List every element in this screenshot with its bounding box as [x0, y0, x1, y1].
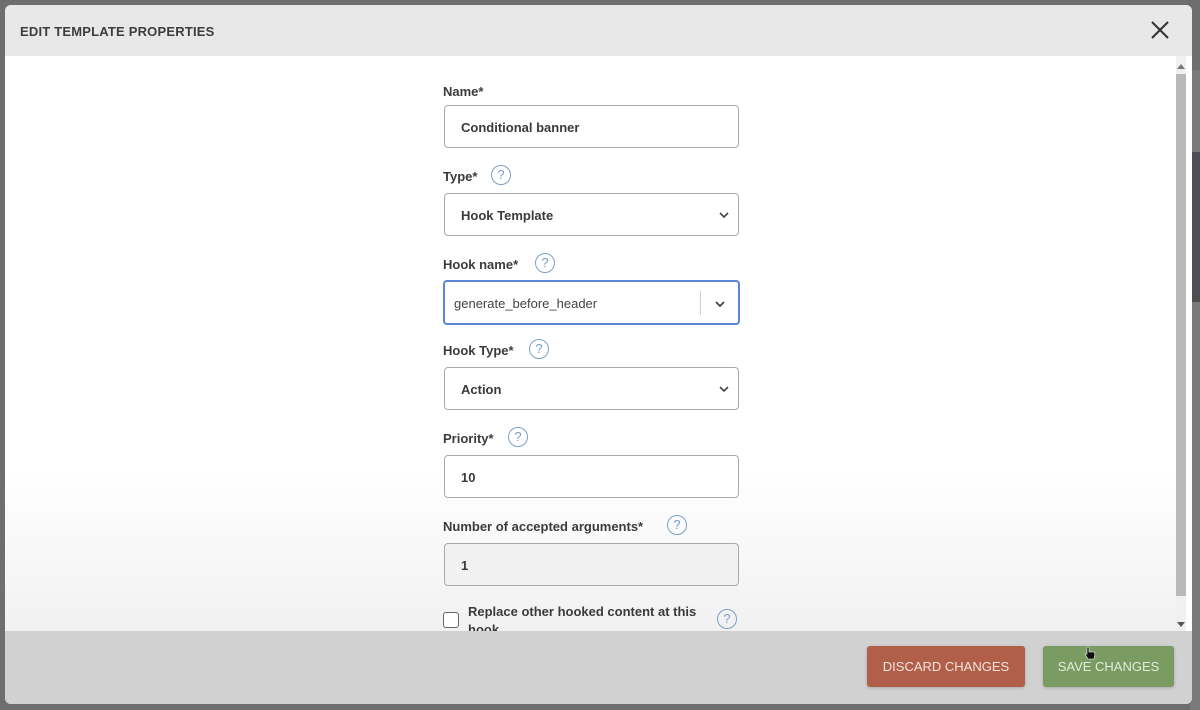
- modal-footer: DISCARD CHANGES SAVE CHANGES: [5, 631, 1192, 704]
- scroll-down-icon[interactable]: [1177, 622, 1185, 627]
- accepted-args-label: Number of accepted arguments*: [443, 519, 644, 534]
- modal-title: EDIT TEMPLATE PROPERTIES: [20, 24, 215, 39]
- accepted-args-help-icon[interactable]: ?: [667, 515, 687, 535]
- chevron-down-icon: [719, 386, 729, 393]
- hook-name-label: Hook name*: [443, 257, 519, 272]
- type-label: Type*: [443, 169, 478, 184]
- hook-name-select[interactable]: generate_before_header: [443, 280, 740, 325]
- priority-input[interactable]: 10: [444, 455, 739, 498]
- name-value: Conditional banner: [461, 120, 580, 135]
- hook-name-value: generate_before_header: [454, 296, 598, 311]
- priority-value: 10: [461, 470, 476, 485]
- hand-cursor-icon: [1084, 646, 1096, 660]
- replace-hooked-help-icon[interactable]: ?: [717, 609, 737, 629]
- scroll-up-icon[interactable]: [1177, 64, 1185, 69]
- save-changes-button[interactable]: SAVE CHANGES: [1043, 646, 1174, 687]
- modal-scrollbar[interactable]: [1176, 56, 1186, 631]
- chevron-down-icon: [719, 212, 729, 219]
- name-input[interactable]: Conditional banner: [444, 105, 739, 148]
- hook-name-help-icon[interactable]: ?: [535, 253, 555, 273]
- discard-changes-button[interactable]: DISCARD CHANGES: [867, 646, 1025, 687]
- type-select[interactable]: Hook Template: [444, 193, 739, 236]
- select-separator: [700, 291, 701, 315]
- modal-body: Name* Conditional banner Type* ? Hook Te…: [5, 56, 1176, 631]
- chevron-down-icon[interactable]: [714, 298, 726, 310]
- scrollbar-thumb[interactable]: [1176, 74, 1186, 596]
- edit-template-modal: EDIT TEMPLATE PROPERTIES Name* Condition…: [5, 5, 1192, 704]
- replace-hooked-checkbox[interactable]: [443, 612, 459, 628]
- hook-type-select[interactable]: Action: [444, 367, 739, 410]
- hook-type-help-icon[interactable]: ?: [529, 339, 549, 359]
- hook-type-value: Action: [461, 382, 502, 397]
- priority-help-icon[interactable]: ?: [508, 427, 528, 447]
- accepted-args-input[interactable]: 1: [444, 543, 739, 586]
- modal-header: EDIT TEMPLATE PROPERTIES: [5, 5, 1192, 56]
- hook-type-label: Hook Type*: [443, 343, 514, 358]
- priority-label: Priority*: [443, 431, 494, 446]
- type-help-icon[interactable]: ?: [491, 165, 511, 185]
- type-value: Hook Template: [461, 208, 554, 223]
- close-icon[interactable]: [1148, 18, 1172, 42]
- accepted-args-value: 1: [461, 558, 469, 573]
- name-label: Name*: [443, 84, 484, 99]
- replace-hooked-label: Replace other hooked content at this hoo…: [468, 604, 697, 631]
